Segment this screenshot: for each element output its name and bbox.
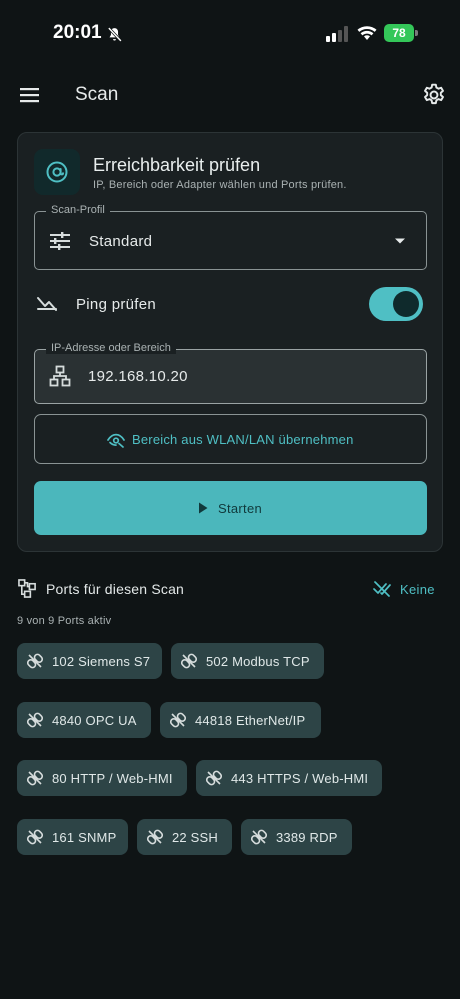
ports-title: Ports für diesen Scan [46,581,185,597]
port-chip-label: 22 SSH [172,830,219,845]
link-icon [181,653,197,669]
port-chip-label: 44818 EtherNet/IP [195,713,306,728]
link-icon [251,829,267,845]
scan-profile-select[interactable]: Scan-Profil Standard [34,204,427,270]
play-icon [199,502,208,514]
port-chip[interactable]: 4840 OPC UA [17,702,151,738]
scan-profile-label: Scan-Profil [46,204,110,216]
port-chip-label: 443 HTTPS / Web-HMI [231,771,369,786]
ping-icon [37,297,57,311]
battery-level: 78 [384,24,414,42]
link-icon [27,829,43,845]
ping-toggle[interactable] [369,287,423,321]
status-bar: 20:01 78 [0,0,460,68]
link-icon [206,770,222,786]
link-icon [27,770,43,786]
port-chip-label: 3389 RDP [276,830,338,845]
ip-input-label: IP-Adresse oder Bereich [46,342,176,354]
tune-icon [50,232,70,250]
card-icon-box [34,149,80,195]
port-chip[interactable]: 161 SNMP [17,819,128,855]
port-chip-label: 502 Modbus TCP [206,654,310,669]
card-subtitle: IP, Bereich oder Adapter wählen und Port… [93,179,347,191]
ip-input-value: 192.168.10.20 [88,368,188,385]
deselect-all-label: Keine [400,582,435,597]
toggle-knob [393,291,419,317]
wifi-icon [357,26,377,40]
ip-input[interactable]: IP-Adresse oder Bereich 192.168.10.20 [34,342,427,404]
ports-header: Ports für diesen Scan Keine [17,576,443,602]
link-icon [27,712,43,728]
ping-row: Ping prüfen [34,285,427,323]
deselect-all-ports-button[interactable]: Keine [363,576,443,602]
start-label: Starten [218,501,263,516]
dropdown-arrow-icon [395,238,405,244]
port-chip[interactable]: 443 HTTPS / Web-HMI [196,760,382,796]
card-title: Erreichbarkeit prüfen [93,155,261,175]
link-icon [170,712,186,728]
port-chip[interactable]: 102 Siemens S7 [17,643,162,679]
ports-icon [18,579,36,598]
app-bar: Scan [0,68,460,124]
bell-muted-icon [107,27,122,42]
port-chip[interactable]: 22 SSH [137,819,232,855]
gear-icon[interactable] [421,82,447,108]
eye-icon [107,433,125,448]
port-chip-label: 4840 OPC UA [52,713,137,728]
scan-profile-value: Standard [89,233,153,250]
battery-indicator: 78 [384,24,418,42]
link-icon [27,653,43,669]
deselect-icon [373,581,391,597]
port-chip[interactable]: 44818 EtherNet/IP [160,702,321,738]
signal-icon [326,26,348,42]
port-chip-label: 161 SNMP [52,830,117,845]
port-chip[interactable]: 502 Modbus TCP [171,643,324,679]
network-tree-icon [49,365,71,387]
use-wifi-range-label: Bereich aus WLAN/LAN übernehmen [132,432,354,447]
menu-icon[interactable] [19,84,41,106]
use-wifi-range-button[interactable]: Bereich aus WLAN/LAN übernehmen [34,414,427,464]
ports-count: 9 von 9 Ports aktiv [17,615,112,627]
start-button[interactable]: Starten [34,481,427,535]
page-title: Scan [75,84,119,105]
link-icon [147,829,163,845]
reachability-card: Erreichbarkeit prüfen IP, Bereich oder A… [17,132,443,552]
port-chip-label: 102 Siemens S7 [52,654,151,669]
port-chip[interactable]: 80 HTTP / Web-HMI [17,760,187,796]
at-sign-icon [46,161,68,183]
port-chip[interactable]: 3389 RDP [241,819,352,855]
port-chip-label: 80 HTTP / Web-HMI [52,771,173,786]
ping-label: Ping prüfen [76,296,157,313]
battery-tip [415,30,418,36]
status-time: 20:01 [53,22,102,43]
